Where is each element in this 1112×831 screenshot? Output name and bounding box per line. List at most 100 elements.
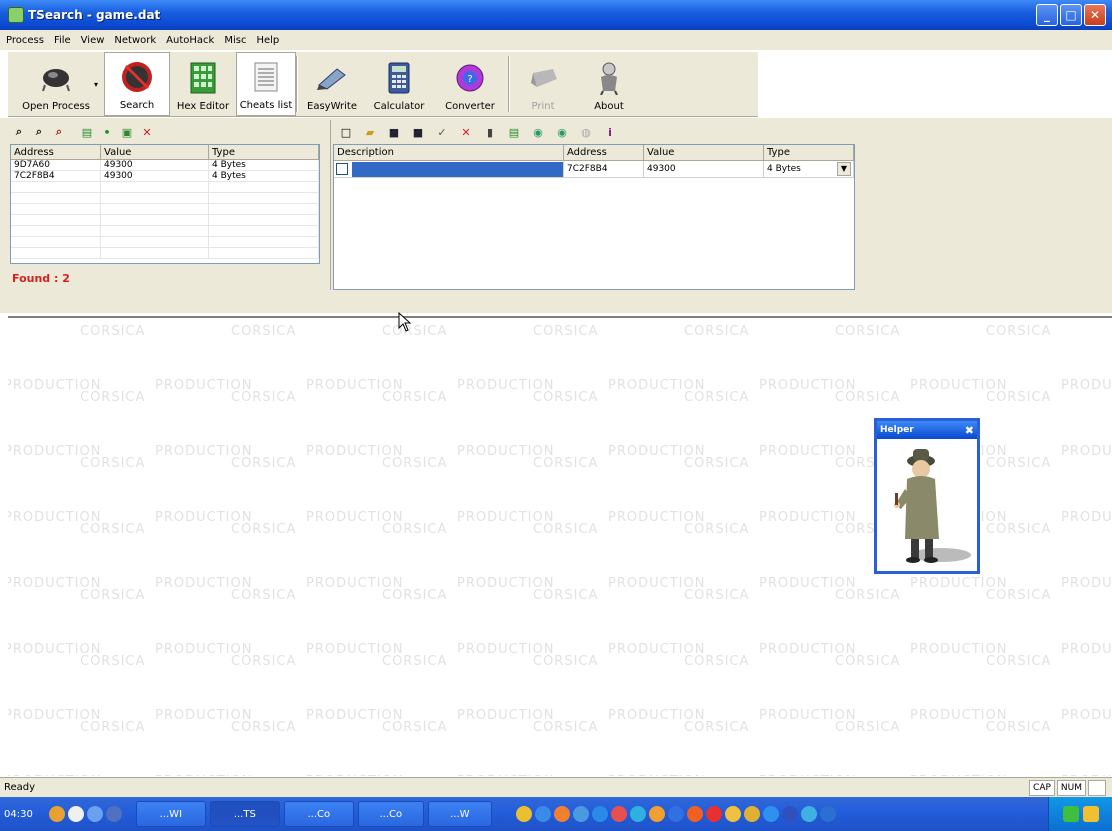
info-icon[interactable]: i [603, 125, 617, 139]
tray-icon[interactable] [534, 806, 551, 822]
cheats-panel: □ ▰ ■ ■ ✓ ✕ ▮ ▤ ◉ ◉ ◍ i Description Addr… [330, 120, 856, 290]
watermark-text: CORSICA [382, 324, 448, 339]
quick-launch-icon[interactable] [67, 806, 84, 822]
menu-network[interactable]: Network [114, 35, 156, 46]
search-button[interactable]: Search [104, 52, 170, 116]
menu-help[interactable]: Help [256, 35, 279, 46]
dropdown-arrow-icon[interactable]: ▾ [94, 80, 98, 89]
tray-icon[interactable] [610, 806, 627, 822]
freeze-checkbox[interactable] [336, 163, 348, 175]
column-type[interactable]: Type [209, 145, 319, 159]
task-button[interactable]: ...Co [283, 801, 354, 827]
network-alt-icon[interactable]: ◉ [555, 125, 569, 139]
tray-icon[interactable] [1082, 806, 1099, 822]
tray-icon[interactable] [762, 806, 779, 822]
quick-launch-icon[interactable] [86, 806, 103, 822]
watermark-text: PRODUCTION [8, 774, 101, 776]
tray-icon[interactable] [1062, 806, 1079, 822]
tray-icon[interactable] [648, 806, 665, 822]
table-row-empty [11, 204, 319, 215]
watermark-text: CORSICA [231, 588, 297, 603]
dot-icon[interactable]: • [100, 125, 114, 139]
cheats-header: Description Address Value Type [334, 145, 854, 161]
table-row[interactable]: 7C2F8B4 49300 4 Bytes [11, 171, 319, 182]
open-folder-icon[interactable]: ▰ [363, 125, 377, 139]
window-title: TSearch - game.dat [28, 8, 161, 22]
cheats-list-button[interactable]: Cheats list [236, 52, 296, 116]
tray-icon[interactable] [553, 806, 570, 822]
save-as-icon[interactable]: ■ [411, 125, 425, 139]
tray-notification-area[interactable] [1048, 797, 1112, 831]
tray-icon[interactable] [591, 806, 608, 822]
tray-icon[interactable] [629, 806, 646, 822]
menu-file[interactable]: File [54, 35, 71, 46]
menu-misc[interactable]: Misc [224, 35, 246, 46]
sheet-icon[interactable]: ▤ [507, 125, 521, 139]
save-icon[interactable]: ■ [387, 125, 401, 139]
task-button[interactable]: ...W [427, 801, 492, 827]
open-process-button[interactable]: Open Process ▾ [8, 52, 104, 116]
tray-icon[interactable] [686, 806, 703, 822]
chevron-down-icon[interactable]: ▼ [837, 162, 851, 176]
edit-check-icon[interactable]: ✓ [435, 125, 449, 139]
select-box-icon[interactable]: ▣ [120, 125, 134, 139]
cell-value[interactable]: 49300 [644, 160, 764, 178]
column-value[interactable]: Value [101, 145, 209, 159]
task-button-active[interactable]: ...TS [209, 801, 280, 827]
watermark-text: CORSICA [231, 390, 297, 405]
tray-icon[interactable] [781, 806, 798, 822]
quick-launch-icon[interactable] [48, 806, 65, 822]
close-icon[interactable]: ✖ [965, 424, 974, 437]
find-next-icon[interactable]: ⌕ [32, 125, 46, 139]
menu-autohack[interactable]: AutoHack [166, 35, 214, 46]
column-description[interactable]: Description [334, 145, 564, 160]
tray-icon[interactable] [705, 806, 722, 822]
find-filter-icon[interactable]: ⌕ [52, 125, 66, 139]
helper-title-bar[interactable]: Helper ✖ [877, 421, 977, 439]
converter-button[interactable]: ? Converter [432, 52, 508, 116]
task-button[interactable]: ...WI [135, 801, 206, 827]
add-sheet-icon[interactable]: ▤ [80, 125, 94, 139]
title-bar[interactable]: TSearch - game.dat _ □ ✕ [0, 0, 1112, 30]
delete-icon[interactable]: ✕ [140, 125, 154, 139]
minimize-button[interactable]: _ [1036, 4, 1058, 26]
type-select[interactable]: 4 Bytes ▼ [764, 160, 854, 178]
column-type[interactable]: Type [764, 145, 854, 160]
task-button[interactable]: ...Co [357, 801, 424, 827]
tray-icon[interactable] [743, 806, 760, 822]
menu-view[interactable]: View [81, 35, 105, 46]
mouse-cursor-icon [398, 312, 412, 332]
calculator-button[interactable]: Calculator [366, 52, 432, 116]
trash-icon[interactable]: ▮ [483, 125, 497, 139]
quick-launch-icon[interactable] [105, 806, 122, 822]
find-icon[interactable]: ⌕ [12, 125, 26, 139]
about-button[interactable]: About [576, 52, 642, 116]
watermark-text: CORSICA [835, 720, 901, 735]
column-value[interactable]: Value [644, 145, 764, 160]
table-row[interactable]: 7C2F8B4 49300 4 Bytes ▼ [334, 160, 854, 178]
tray-icon[interactable] [724, 806, 741, 822]
new-file-icon[interactable]: □ [339, 125, 353, 139]
tray-icon[interactable] [572, 806, 589, 822]
print-button[interactable]: Print [510, 52, 576, 116]
cell-address: 7C2F8B4 [11, 171, 101, 181]
menu-process[interactable]: Process [6, 35, 44, 46]
tray-icon[interactable] [800, 806, 817, 822]
close-button[interactable]: ✕ [1084, 4, 1106, 26]
delete-cheat-icon[interactable]: ✕ [459, 125, 473, 139]
column-address[interactable]: Address [11, 145, 101, 159]
tray-icon[interactable] [819, 806, 836, 822]
tray-icon[interactable] [515, 806, 532, 822]
maximize-button[interactable]: □ [1060, 4, 1082, 26]
watermark-text: PRODUCTION [457, 774, 554, 776]
network-icon[interactable]: ◉ [531, 125, 545, 139]
helper-window[interactable]: Helper ✖ [874, 418, 980, 574]
tray-icon[interactable] [667, 806, 684, 822]
app-icon [8, 7, 24, 23]
table-row[interactable]: 9D7A60 49300 4 Bytes [11, 160, 319, 171]
column-address[interactable]: Address [564, 145, 644, 160]
easywrite-button[interactable]: EasyWrite [298, 52, 366, 116]
description-input[interactable] [352, 161, 563, 177]
hex-editor-button[interactable]: Hex Editor [170, 52, 236, 116]
taskbar-clock[interactable]: 04:30 [0, 809, 39, 820]
